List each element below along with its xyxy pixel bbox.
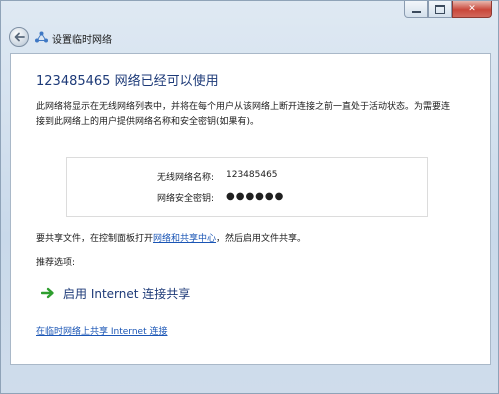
- caption-buttons: ✕: [404, 1, 492, 19]
- security-key-value: ●●●●●●: [226, 191, 285, 202]
- network-sharing-center-link[interactable]: 网络和共享中心: [153, 234, 216, 244]
- share-suffix: ，然后启用文件共享。: [216, 234, 307, 244]
- maximize-button[interactable]: [428, 1, 452, 18]
- share-internet-link[interactable]: 在临时网络上共享 Internet 连接: [36, 324, 167, 337]
- title-bar: 设置临时网络: [1, 23, 498, 53]
- network-name-value: 123485465: [226, 170, 278, 180]
- dialog-window: ✕ 设置临时网络 123485465 网络已经可以使用 此网络将显示在无线网络列…: [0, 0, 499, 394]
- content-panel: 123485465 网络已经可以使用 此网络将显示在无线网络列表中，并将在每个用…: [10, 53, 491, 365]
- description-text: 此网络将显示在无线网络列表中，并将在每个用户从该网络上断开连接之前一直处于活动状…: [36, 102, 451, 127]
- enable-ics-label: 启用 Internet 连接共享: [63, 286, 191, 301]
- network-icon: [35, 31, 48, 43]
- share-instructions: 要共享文件，在控制面板打开网络和共享中心，然后启用文件共享。: [36, 231, 306, 244]
- window-title: 设置临时网络: [52, 35, 112, 46]
- minimize-button[interactable]: [404, 1, 428, 18]
- green-arrow-icon: [41, 287, 54, 299]
- recommended-options-label: 推荐选项:: [36, 258, 76, 268]
- share-prefix: 要共享文件，在控制面板打开: [36, 234, 154, 244]
- close-button[interactable]: ✕: [452, 1, 492, 18]
- network-info-box: 无线网络名称: 123485465 网络安全密钥: ●●●●●●: [66, 157, 428, 217]
- page-title: 123485465 网络已经可以使用: [36, 74, 219, 89]
- security-key-label: 网络安全密钥:: [156, 194, 214, 204]
- network-name-label: 无线网络名称:: [156, 173, 214, 183]
- back-button[interactable]: [9, 27, 29, 47]
- back-arrow-icon: [14, 32, 25, 42]
- enable-ics-command-link[interactable]: 启用 Internet 连接共享: [41, 282, 190, 304]
